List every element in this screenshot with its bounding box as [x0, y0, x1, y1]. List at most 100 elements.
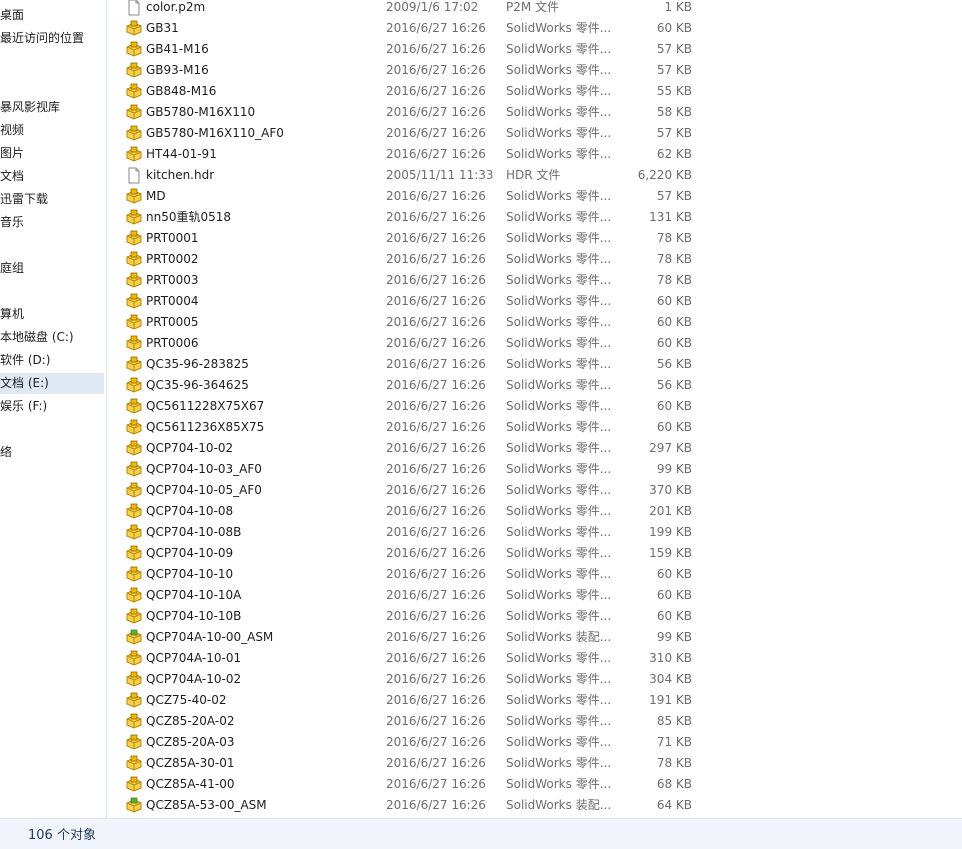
nav-item[interactable]: 文档 — [0, 166, 104, 187]
file-row[interactable]: GB5780-M16X110 2016/6/27 16:26 SolidWorks … — [107, 102, 962, 123]
file-size: 60 KB — [656, 420, 692, 434]
nav-item[interactable]: 音乐 — [0, 212, 104, 233]
file-date: 2016/6/27 16:26 — [386, 399, 486, 413]
generic-file-icon — [125, 167, 143, 184]
nav-item[interactable]: 迅雷下载 — [0, 189, 104, 210]
file-name: QC5611236X85X75 — [146, 420, 265, 434]
nav-item[interactable]: 桌面 — [0, 5, 104, 26]
file-row[interactable]: PRT0002 2016/6/27 16:26 SolidWorks 零件... 78… — [107, 249, 962, 270]
file-list[interactable]: color.p2m 2009/1/6 17:02 P2M 文件 1 KB GB31 201… — [107, 0, 962, 818]
file-type: SolidWorks 零件... — [506, 735, 612, 749]
nav-item[interactable]: 视频 — [0, 120, 104, 141]
nav-item[interactable]: 本地磁盘 (C:) — [0, 327, 104, 348]
file-row[interactable]: QCP704A-10-00_ASM 2016/6/27 16:26 SolidWor… — [107, 627, 962, 648]
nav-item[interactable]: 软件 (D:) — [0, 350, 104, 371]
file-row[interactable]: GB93-M16 2016/6/27 16:26 SolidWorks 零件... 5… — [107, 60, 962, 81]
file-row[interactable]: QCP704-10-10 2016/6/27 16:26 SolidWorks 零件… — [107, 564, 962, 585]
file-row[interactable]: QCZ85-20A-03 2016/6/27 16:26 SolidWorks 零件… — [107, 732, 962, 753]
file-name: QCZ85A-30-01 — [146, 756, 235, 770]
nav-item[interactable] — [0, 62, 104, 83]
file-row[interactable]: PRT0006 2016/6/27 16:26 SolidWorks 零件... 60… — [107, 333, 962, 354]
solidworks-part-icon — [125, 335, 143, 352]
file-row[interactable]: QC5611228X75X67 2016/6/27 16:26 SolidWorks… — [107, 396, 962, 417]
nav-item[interactable]: 图片 — [0, 143, 104, 164]
nav-item-label: 算机 — [0, 307, 25, 321]
file-type: SolidWorks 零件... — [506, 378, 612, 392]
file-type: SolidWorks 零件... — [506, 672, 612, 686]
file-date: 2016/6/27 16:26 — [386, 609, 486, 623]
nav-item[interactable] — [0, 419, 104, 440]
solidworks-part-icon — [125, 251, 143, 268]
file-size: 304 KB — [649, 672, 692, 686]
file-date: 2016/6/27 16:26 — [386, 693, 486, 707]
file-row[interactable]: PRT0004 2016/6/27 16:26 SolidWorks 零件... 60… — [107, 291, 962, 312]
file-row[interactable]: PRT0003 2016/6/27 16:26 SolidWorks 零件... 78… — [107, 270, 962, 291]
file-row[interactable]: color.p2m 2009/1/6 17:02 P2M 文件 1 KB — [107, 0, 962, 18]
file-row[interactable]: QC5611236X85X75 2016/6/27 16:26 SolidWorks… — [107, 417, 962, 438]
file-type: SolidWorks 零件... — [506, 252, 612, 266]
nav-item-label: 图片 — [0, 146, 25, 160]
file-row[interactable]: MD 2016/6/27 16:26 SolidWorks 零件... 57 KB — [107, 186, 962, 207]
file-size: 57 KB — [656, 189, 692, 203]
file-row[interactable]: QC35-96-364625 2016/6/27 16:26 SolidWorks … — [107, 375, 962, 396]
file-name: QC35-96-364625 — [146, 378, 249, 392]
file-row[interactable]: nn50重轨0518 2016/6/27 16:26 SolidWorks 零件..… — [107, 207, 962, 228]
file-row[interactable]: GB5780-M16X110_AF0 2016/6/27 16:26 SolidWo… — [107, 123, 962, 144]
file-row[interactable]: QCP704-10-09 2016/6/27 16:26 SolidWorks 零件… — [107, 543, 962, 564]
file-row[interactable]: QCP704-10-08 2016/6/27 16:26 SolidWorks 零件… — [107, 501, 962, 522]
file-row[interactable]: QCP704-10-02 2016/6/27 16:26 SolidWorks 零件… — [107, 438, 962, 459]
file-row[interactable]: GB848-M16 2016/6/27 16:26 SolidWorks 零件...… — [107, 81, 962, 102]
nav-item[interactable]: 娱乐 (F:) — [0, 396, 104, 417]
file-row[interactable]: QCP704-10-10A 2016/6/27 16:26 SolidWorks 零… — [107, 585, 962, 606]
file-row[interactable]: QCZ75-40-02 2016/6/27 16:26 SolidWorks 零件.… — [107, 690, 962, 711]
solidworks-part-icon — [125, 230, 143, 247]
file-name: QCP704-10-09 — [146, 546, 234, 560]
file-row[interactable]: QCZ85A-41-00 2016/6/27 16:26 SolidWorks 零件… — [107, 774, 962, 795]
file-row[interactable]: HT44-01-91 2016/6/27 16:26 SolidWorks 零件..… — [107, 144, 962, 165]
solidworks-assembly-icon — [125, 797, 143, 814]
file-row[interactable]: QC35-96-283825 2016/6/27 16:26 SolidWorks … — [107, 354, 962, 375]
file-row[interactable]: PRT0001 2016/6/27 16:26 SolidWorks 零件... 78… — [107, 228, 962, 249]
nav-item[interactable] — [0, 281, 104, 302]
file-date: 2016/6/27 16:26 — [386, 336, 486, 350]
solidworks-part-icon — [125, 272, 143, 289]
nav-item[interactable]: 络 — [0, 442, 104, 463]
file-type: SolidWorks 零件... — [506, 336, 612, 350]
file-size: 60 KB — [656, 294, 692, 308]
file-row[interactable]: QCZ85-20A-02 2016/6/27 16:26 SolidWorks 零件… — [107, 711, 962, 732]
file-row[interactable]: kitchen.hdr 2005/11/11 11:33 HDR 文件 6,220 K… — [107, 165, 962, 186]
file-row[interactable]: QCP704-10-10B 2016/6/27 16:26 SolidWorks 零… — [107, 606, 962, 627]
file-type: SolidWorks 零件... — [506, 420, 612, 434]
file-row[interactable]: GB31 2016/6/27 16:26 SolidWorks 零件... 60 KB — [107, 18, 962, 39]
file-row[interactable]: QCP704-10-08B 2016/6/27 16:26 SolidWorks 零… — [107, 522, 962, 543]
file-row[interactable]: QCZ85A-30-01 2016/6/27 16:26 SolidWorks 零件… — [107, 753, 962, 774]
file-type: SolidWorks 零件... — [506, 210, 612, 224]
file-size: 60 KB — [656, 609, 692, 623]
nav-item[interactable]: 庭组 — [0, 258, 104, 279]
file-row[interactable]: QCP704-10-03_AF0 2016/6/27 16:26 SolidWork… — [107, 459, 962, 480]
solidworks-part-icon — [125, 440, 143, 457]
nav-item[interactable]: 文档 (E:) — [0, 373, 104, 394]
file-date: 2016/6/27 16:26 — [386, 672, 486, 686]
file-row[interactable]: QCP704A-10-01 2016/6/27 16:26 SolidWorks 零… — [107, 648, 962, 669]
file-date: 2016/6/27 16:26 — [386, 441, 486, 455]
file-name: PRT0006 — [146, 336, 199, 350]
solidworks-part-icon — [125, 608, 143, 625]
file-row[interactable]: QCZ85A-53-00_ASM 2016/6/27 16:26 SolidWork… — [107, 795, 962, 816]
file-type: SolidWorks 零件... — [506, 399, 612, 413]
nav-item-label: 暴风影视库 — [0, 100, 61, 114]
generic-file-icon — [125, 0, 143, 16]
nav-item[interactable]: 算机 — [0, 304, 104, 325]
file-row[interactable]: QCP704-10-05_AF0 2016/6/27 16:26 SolidWork… — [107, 480, 962, 501]
nav-item[interactable]: 最近访问的位置 — [0, 28, 104, 49]
file-date: 2016/6/27 16:26 — [386, 651, 486, 665]
nav-item[interactable] — [0, 235, 104, 256]
file-row[interactable]: GB41-M16 2016/6/27 16:26 SolidWorks 零件... 5… — [107, 39, 962, 60]
file-date: 2016/6/27 16:26 — [386, 378, 486, 392]
nav-item[interactable]: 暴风影视库 — [0, 97, 104, 118]
solidworks-part-icon — [125, 104, 143, 121]
file-row[interactable]: QCP704A-10-02 2016/6/27 16:26 SolidWorks 零… — [107, 669, 962, 690]
navigation-pane[interactable]: 桌面 最近访问的位置暴风影视库视频图片文档 迅雷下载 音乐庭组算机本地磁盘 (C:) 软… — [0, 0, 107, 818]
file-row[interactable]: PRT0005 2016/6/27 16:26 SolidWorks 零件... 60… — [107, 312, 962, 333]
file-name: QCZ85A-41-00 — [146, 777, 235, 791]
